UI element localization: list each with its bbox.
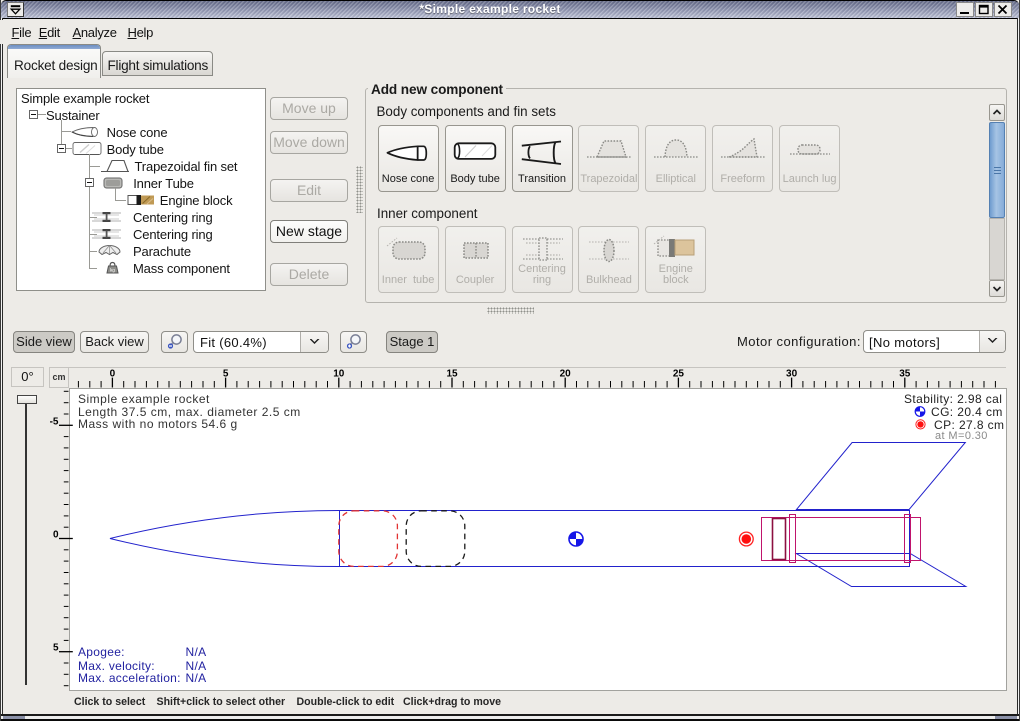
svg-text:0: 0 xyxy=(53,530,59,541)
svg-text:-5: -5 xyxy=(50,416,59,427)
svg-text:25: 25 xyxy=(673,369,685,380)
svg-text:0: 0 xyxy=(110,369,116,380)
svg-text:20: 20 xyxy=(560,369,572,380)
svg-text:5: 5 xyxy=(223,369,229,380)
svg-text:30: 30 xyxy=(786,369,798,380)
svg-text:5: 5 xyxy=(53,643,59,654)
svg-text:15: 15 xyxy=(446,369,458,380)
svg-text:35: 35 xyxy=(899,369,911,380)
svg-text:kg: kg xyxy=(110,268,115,273)
svg-text:10: 10 xyxy=(333,369,345,380)
